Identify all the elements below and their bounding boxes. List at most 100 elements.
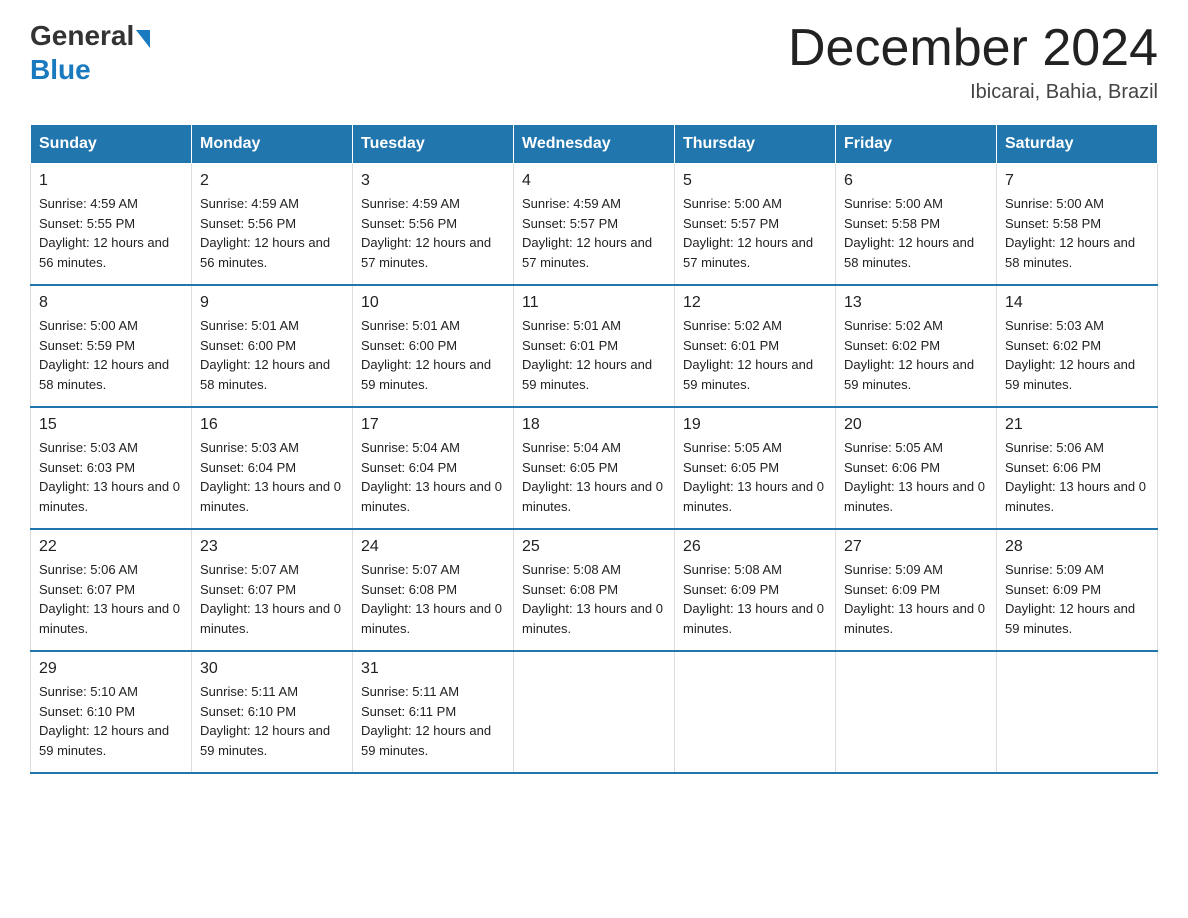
- calendar-cell: [514, 651, 675, 773]
- day-info: Sunrise: 4:59 AMSunset: 5:56 PMDaylight:…: [361, 194, 505, 272]
- day-number: 24: [361, 538, 505, 556]
- day-info: Sunrise: 5:06 AMSunset: 6:06 PMDaylight:…: [1005, 438, 1149, 516]
- calendar-cell: 15Sunrise: 5:03 AMSunset: 6:03 PMDayligh…: [31, 407, 192, 529]
- day-number: 14: [1005, 294, 1149, 312]
- day-number: 30: [200, 660, 344, 678]
- calendar-cell: 28Sunrise: 5:09 AMSunset: 6:09 PMDayligh…: [997, 529, 1158, 651]
- day-info: Sunrise: 4:59 AMSunset: 5:57 PMDaylight:…: [522, 194, 666, 272]
- day-info: Sunrise: 5:06 AMSunset: 6:07 PMDaylight:…: [39, 560, 183, 638]
- day-info: Sunrise: 5:00 AMSunset: 5:58 PMDaylight:…: [844, 194, 988, 272]
- calendar-cell: 1Sunrise: 4:59 AMSunset: 5:55 PMDaylight…: [31, 164, 192, 286]
- calendar-cell: 10 Sunrise: 5:01 AMSunset: 6:00 PMDayligh…: [353, 285, 514, 407]
- calendar-cell: 25 Sunrise: 5:08 AMSunset: 6:08 PMDayligh…: [514, 529, 675, 651]
- day-number: 10: [361, 294, 505, 312]
- calendar-header-row: SundayMondayTuesdayWednesdayThursdayFrid…: [31, 125, 1158, 164]
- day-info: Sunrise: 5:08 AMSunset: 6:09 PMDaylight:…: [683, 560, 827, 638]
- day-number: 18: [522, 416, 666, 434]
- day-number: 5: [683, 172, 827, 190]
- calendar-week-row: 1Sunrise: 4:59 AMSunset: 5:55 PMDaylight…: [31, 164, 1158, 286]
- calendar-cell: 21 Sunrise: 5:06 AMSunset: 6:06 PMDayligh…: [997, 407, 1158, 529]
- day-info: Sunrise: 5:07 AMSunset: 6:08 PMDaylight:…: [361, 560, 505, 638]
- day-info: Sunrise: 5:03 AMSunset: 6:02 PMDaylight:…: [1005, 316, 1149, 394]
- calendar-cell: 8Sunrise: 5:00 AMSunset: 5:59 PMDaylight…: [31, 285, 192, 407]
- day-info: Sunrise: 5:11 AMSunset: 6:11 PMDaylight:…: [361, 682, 505, 760]
- day-info: Sunrise: 5:00 AMSunset: 5:58 PMDaylight:…: [1005, 194, 1149, 272]
- calendar-cell: [675, 651, 836, 773]
- day-info: Sunrise: 5:03 AMSunset: 6:04 PMDaylight:…: [200, 438, 344, 516]
- title-area: December 2024 Ibicarai, Bahia, Brazil: [788, 20, 1158, 104]
- calendar-cell: 22 Sunrise: 5:06 AMSunset: 6:07 PMDayligh…: [31, 529, 192, 651]
- calendar-cell: [997, 651, 1158, 773]
- day-number: 19: [683, 416, 827, 434]
- day-info: Sunrise: 5:07 AMSunset: 6:07 PMDaylight:…: [200, 560, 344, 638]
- day-number: 23: [200, 538, 344, 556]
- day-info: Sunrise: 5:04 AMSunset: 6:05 PMDaylight:…: [522, 438, 666, 516]
- header-thursday: Thursday: [675, 125, 836, 164]
- header-saturday: Saturday: [997, 125, 1158, 164]
- page-header: General Blue December 2024 Ibicarai, Bah…: [30, 20, 1158, 104]
- day-number: 16: [200, 416, 344, 434]
- calendar-cell: 16 Sunrise: 5:03 AMSunset: 6:04 PMDayligh…: [192, 407, 353, 529]
- day-number: 12: [683, 294, 827, 312]
- day-number: 27: [844, 538, 988, 556]
- day-number: 31: [361, 660, 505, 678]
- calendar-cell: 17 Sunrise: 5:04 AMSunset: 6:04 PMDayligh…: [353, 407, 514, 529]
- day-number: 9: [200, 294, 344, 312]
- day-number: 7: [1005, 172, 1149, 190]
- calendar-cell: 23 Sunrise: 5:07 AMSunset: 6:07 PMDayligh…: [192, 529, 353, 651]
- calendar-cell: 2 Sunrise: 4:59 AMSunset: 5:56 PMDaylight…: [192, 164, 353, 286]
- calendar-cell: 4Sunrise: 4:59 AMSunset: 5:57 PMDaylight…: [514, 164, 675, 286]
- day-number: 6: [844, 172, 988, 190]
- day-info: Sunrise: 5:09 AMSunset: 6:09 PMDaylight:…: [844, 560, 988, 638]
- header-wednesday: Wednesday: [514, 125, 675, 164]
- header-sunday: Sunday: [31, 125, 192, 164]
- calendar-cell: 31 Sunrise: 5:11 AMSunset: 6:11 PMDayligh…: [353, 651, 514, 773]
- calendar-cell: 18 Sunrise: 5:04 AMSunset: 6:05 PMDayligh…: [514, 407, 675, 529]
- day-number: 29: [39, 660, 183, 678]
- day-info: Sunrise: 5:04 AMSunset: 6:04 PMDaylight:…: [361, 438, 505, 516]
- calendar-cell: 5 Sunrise: 5:00 AMSunset: 5:57 PMDaylight…: [675, 164, 836, 286]
- day-number: 2: [200, 172, 344, 190]
- day-number: 17: [361, 416, 505, 434]
- calendar-cell: 11 Sunrise: 5:01 AMSunset: 6:01 PMDayligh…: [514, 285, 675, 407]
- calendar-week-row: 8Sunrise: 5:00 AMSunset: 5:59 PMDaylight…: [31, 285, 1158, 407]
- calendar-cell: 20 Sunrise: 5:05 AMSunset: 6:06 PMDayligh…: [836, 407, 997, 529]
- day-info: Sunrise: 5:02 AMSunset: 6:02 PMDaylight:…: [844, 316, 988, 394]
- day-info: Sunrise: 5:02 AMSunset: 6:01 PMDaylight:…: [683, 316, 827, 394]
- day-number: 26: [683, 538, 827, 556]
- day-number: 22: [39, 538, 183, 556]
- day-number: 13: [844, 294, 988, 312]
- day-number: 21: [1005, 416, 1149, 434]
- day-info: Sunrise: 5:08 AMSunset: 6:08 PMDaylight:…: [522, 560, 666, 638]
- calendar-week-row: 15Sunrise: 5:03 AMSunset: 6:03 PMDayligh…: [31, 407, 1158, 529]
- day-number: 25: [522, 538, 666, 556]
- logo-blue-text: Blue: [30, 54, 91, 86]
- calendar-cell: 3Sunrise: 4:59 AMSunset: 5:56 PMDaylight…: [353, 164, 514, 286]
- day-info: Sunrise: 5:11 AMSunset: 6:10 PMDaylight:…: [200, 682, 344, 760]
- calendar-cell: 24 Sunrise: 5:07 AMSunset: 6:08 PMDayligh…: [353, 529, 514, 651]
- day-number: 28: [1005, 538, 1149, 556]
- day-info: Sunrise: 4:59 AMSunset: 5:56 PMDaylight:…: [200, 194, 344, 272]
- day-info: Sunrise: 5:03 AMSunset: 6:03 PMDaylight:…: [39, 438, 183, 516]
- day-info: Sunrise: 5:10 AMSunset: 6:10 PMDaylight:…: [39, 682, 183, 760]
- day-number: 8: [39, 294, 183, 312]
- day-info: Sunrise: 5:05 AMSunset: 6:05 PMDaylight:…: [683, 438, 827, 516]
- day-info: Sunrise: 5:01 AMSunset: 6:00 PMDaylight:…: [361, 316, 505, 394]
- calendar-cell: 29 Sunrise: 5:10 AMSunset: 6:10 PMDayligh…: [31, 651, 192, 773]
- calendar-cell: 27 Sunrise: 5:09 AMSunset: 6:09 PMDayligh…: [836, 529, 997, 651]
- day-number: 20: [844, 416, 988, 434]
- calendar-cell: 30 Sunrise: 5:11 AMSunset: 6:10 PMDayligh…: [192, 651, 353, 773]
- day-info: Sunrise: 5:05 AMSunset: 6:06 PMDaylight:…: [844, 438, 988, 516]
- logo-general-text: General: [30, 20, 134, 52]
- logo-arrow-icon: [136, 30, 150, 48]
- calendar-table: SundayMondayTuesdayWednesdayThursdayFrid…: [30, 124, 1158, 774]
- day-number: 11: [522, 294, 666, 312]
- day-info: Sunrise: 5:00 AMSunset: 5:57 PMDaylight:…: [683, 194, 827, 272]
- calendar-cell: 6 Sunrise: 5:00 AMSunset: 5:58 PMDaylight…: [836, 164, 997, 286]
- calendar-cell: 19 Sunrise: 5:05 AMSunset: 6:05 PMDayligh…: [675, 407, 836, 529]
- header-friday: Friday: [836, 125, 997, 164]
- month-title: December 2024: [788, 20, 1158, 77]
- day-info: Sunrise: 5:01 AMSunset: 6:01 PMDaylight:…: [522, 316, 666, 394]
- day-number: 1: [39, 172, 183, 190]
- calendar-cell: 14 Sunrise: 5:03 AMSunset: 6:02 PMDayligh…: [997, 285, 1158, 407]
